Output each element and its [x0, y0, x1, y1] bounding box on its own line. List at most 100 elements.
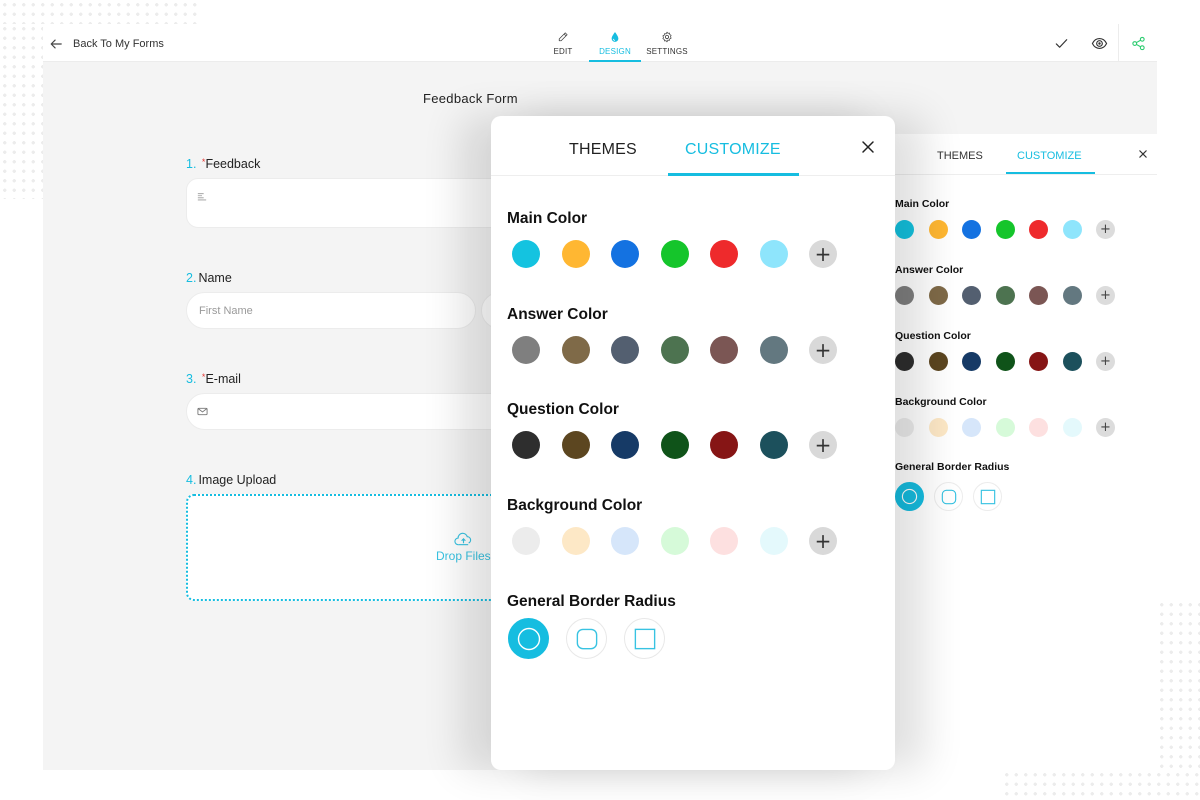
- question-color-swatch[interactable]: [611, 431, 639, 459]
- eye-icon: [1091, 37, 1107, 49]
- main-color-swatch[interactable]: [962, 220, 981, 239]
- main-color-swatch[interactable]: [561, 240, 590, 268]
- background-color-swatch[interactable]: [928, 418, 948, 437]
- add-custom-color-button[interactable]: +: [1096, 352, 1115, 371]
- section-title: Background Color: [507, 497, 643, 514]
- answer-color-swatch[interactable]: [962, 286, 981, 305]
- question-color-swatch[interactable]: [962, 352, 981, 371]
- pencil-icon: [558, 32, 568, 42]
- section-title: Answer Color: [895, 264, 964, 276]
- question-color-swatch[interactable]: [995, 352, 1015, 371]
- back-label: Back To My Forms: [73, 38, 164, 50]
- answer-color-swatch[interactable]: [561, 336, 590, 364]
- question-text: E-mail: [205, 372, 241, 386]
- save-button[interactable]: [1042, 24, 1080, 62]
- main-color-swatch[interactable]: [928, 220, 948, 239]
- answer-color-section: Answer Color +: [895, 264, 1115, 305]
- circle-shape-icon: [517, 627, 540, 650]
- top-actions: [1042, 24, 1157, 62]
- main-color-swatch[interactable]: [1029, 220, 1048, 239]
- background-color-swatch[interactable]: [895, 418, 914, 437]
- background-color-swatch[interactable]: [561, 527, 590, 555]
- first-name-input[interactable]: First Name: [186, 292, 476, 329]
- main-color-swatch[interactable]: [512, 240, 540, 268]
- background-color-swatch[interactable]: [759, 527, 788, 555]
- tab-themes[interactable]: THEMES: [569, 141, 637, 159]
- answer-color-swatch[interactable]: [512, 336, 540, 364]
- add-custom-color-button[interactable]: +: [809, 527, 837, 555]
- question-color-section: Question Color +: [507, 401, 837, 459]
- add-custom-color-button[interactable]: +: [1096, 286, 1115, 305]
- answer-color-swatch[interactable]: [660, 336, 689, 364]
- close-icon[interactable]: [1137, 148, 1149, 160]
- radius-option-round[interactable]: [895, 482, 924, 511]
- section-title: Main Color: [507, 210, 588, 227]
- close-icon[interactable]: [861, 140, 875, 154]
- question-color-swatch[interactable]: [759, 431, 788, 459]
- add-custom-color-button[interactable]: +: [809, 336, 837, 364]
- rounded-square-icon: [576, 628, 597, 649]
- question-color-swatch[interactable]: [895, 352, 914, 371]
- share-button[interactable]: [1119, 24, 1157, 62]
- answer-color-swatch[interactable]: [759, 336, 788, 364]
- decorative-dot-pattern: [1002, 770, 1200, 800]
- question-color-swatch[interactable]: [710, 431, 738, 459]
- back-to-forms-link[interactable]: Back To My Forms: [49, 37, 164, 51]
- swatch-row: +: [895, 220, 1115, 239]
- main-color-swatch[interactable]: [895, 220, 914, 239]
- answer-color-swatch[interactable]: [1062, 286, 1082, 305]
- tab-settings[interactable]: SETTINGS: [641, 30, 693, 62]
- add-custom-color-button[interactable]: +: [1096, 220, 1115, 239]
- radius-option-rounded[interactable]: [566, 618, 607, 659]
- radius-option-square[interactable]: [973, 482, 1002, 511]
- question-color-swatch[interactable]: [1029, 352, 1048, 371]
- main-color-swatch[interactable]: [710, 240, 738, 268]
- radius-option-rounded[interactable]: [934, 482, 963, 511]
- question-color-swatch[interactable]: [660, 431, 689, 459]
- radius-option-square[interactable]: [624, 618, 665, 659]
- question-color-swatch[interactable]: [928, 352, 948, 371]
- main-color-swatch[interactable]: [759, 240, 788, 268]
- answer-color-swatch[interactable]: [710, 336, 738, 364]
- background-color-swatch[interactable]: [1029, 418, 1048, 437]
- border-radius-options: [508, 618, 676, 659]
- question-color-swatch[interactable]: [512, 431, 540, 459]
- background-color-swatch[interactable]: [512, 527, 540, 555]
- customize-modal: THEMES CUSTOMIZE Main Color + Answer Col…: [491, 116, 895, 770]
- background-color-swatch[interactable]: [1062, 418, 1082, 437]
- tab-themes[interactable]: THEMES: [937, 150, 983, 162]
- main-color-swatch[interactable]: [660, 240, 689, 268]
- add-custom-color-button[interactable]: +: [809, 431, 837, 459]
- answer-color-swatch[interactable]: [1029, 286, 1048, 305]
- tab-edit[interactable]: EDIT: [537, 30, 589, 62]
- square-icon: [634, 628, 655, 649]
- arrow-left-icon: [50, 39, 62, 49]
- background-color-swatch[interactable]: [962, 418, 981, 437]
- background-color-swatch[interactable]: [660, 527, 689, 555]
- tab-customize[interactable]: CUSTOMIZE: [1017, 150, 1082, 162]
- border-radius-options: [895, 482, 1009, 511]
- preview-button[interactable]: [1080, 24, 1118, 62]
- background-color-swatch[interactable]: [611, 527, 639, 555]
- main-color-swatch[interactable]: [995, 220, 1015, 239]
- background-color-swatch[interactable]: [710, 527, 738, 555]
- question-text: Feedback: [205, 157, 261, 171]
- tab-customize[interactable]: CUSTOMIZE: [685, 141, 781, 159]
- answer-color-swatch[interactable]: [928, 286, 948, 305]
- swatch-row: +: [512, 527, 837, 555]
- answer-color-swatch[interactable]: [611, 336, 639, 364]
- main-color-swatch[interactable]: [611, 240, 639, 268]
- answer-color-swatch[interactable]: [995, 286, 1015, 305]
- question-color-swatch[interactable]: [1062, 352, 1082, 371]
- answer-color-swatch[interactable]: [895, 286, 914, 305]
- question-text: Image Upload: [198, 473, 277, 487]
- add-custom-color-button[interactable]: +: [809, 240, 837, 268]
- background-color-swatch[interactable]: [995, 418, 1015, 437]
- add-custom-color-button[interactable]: +: [1096, 418, 1115, 437]
- tab-settings-label: SETTINGS: [646, 47, 688, 56]
- tab-design[interactable]: DESIGN: [589, 30, 641, 62]
- question-color-swatch[interactable]: [561, 431, 590, 459]
- question-text: Name: [198, 271, 232, 285]
- radius-option-round[interactable]: [508, 618, 549, 659]
- main-color-swatch[interactable]: [1062, 220, 1082, 239]
